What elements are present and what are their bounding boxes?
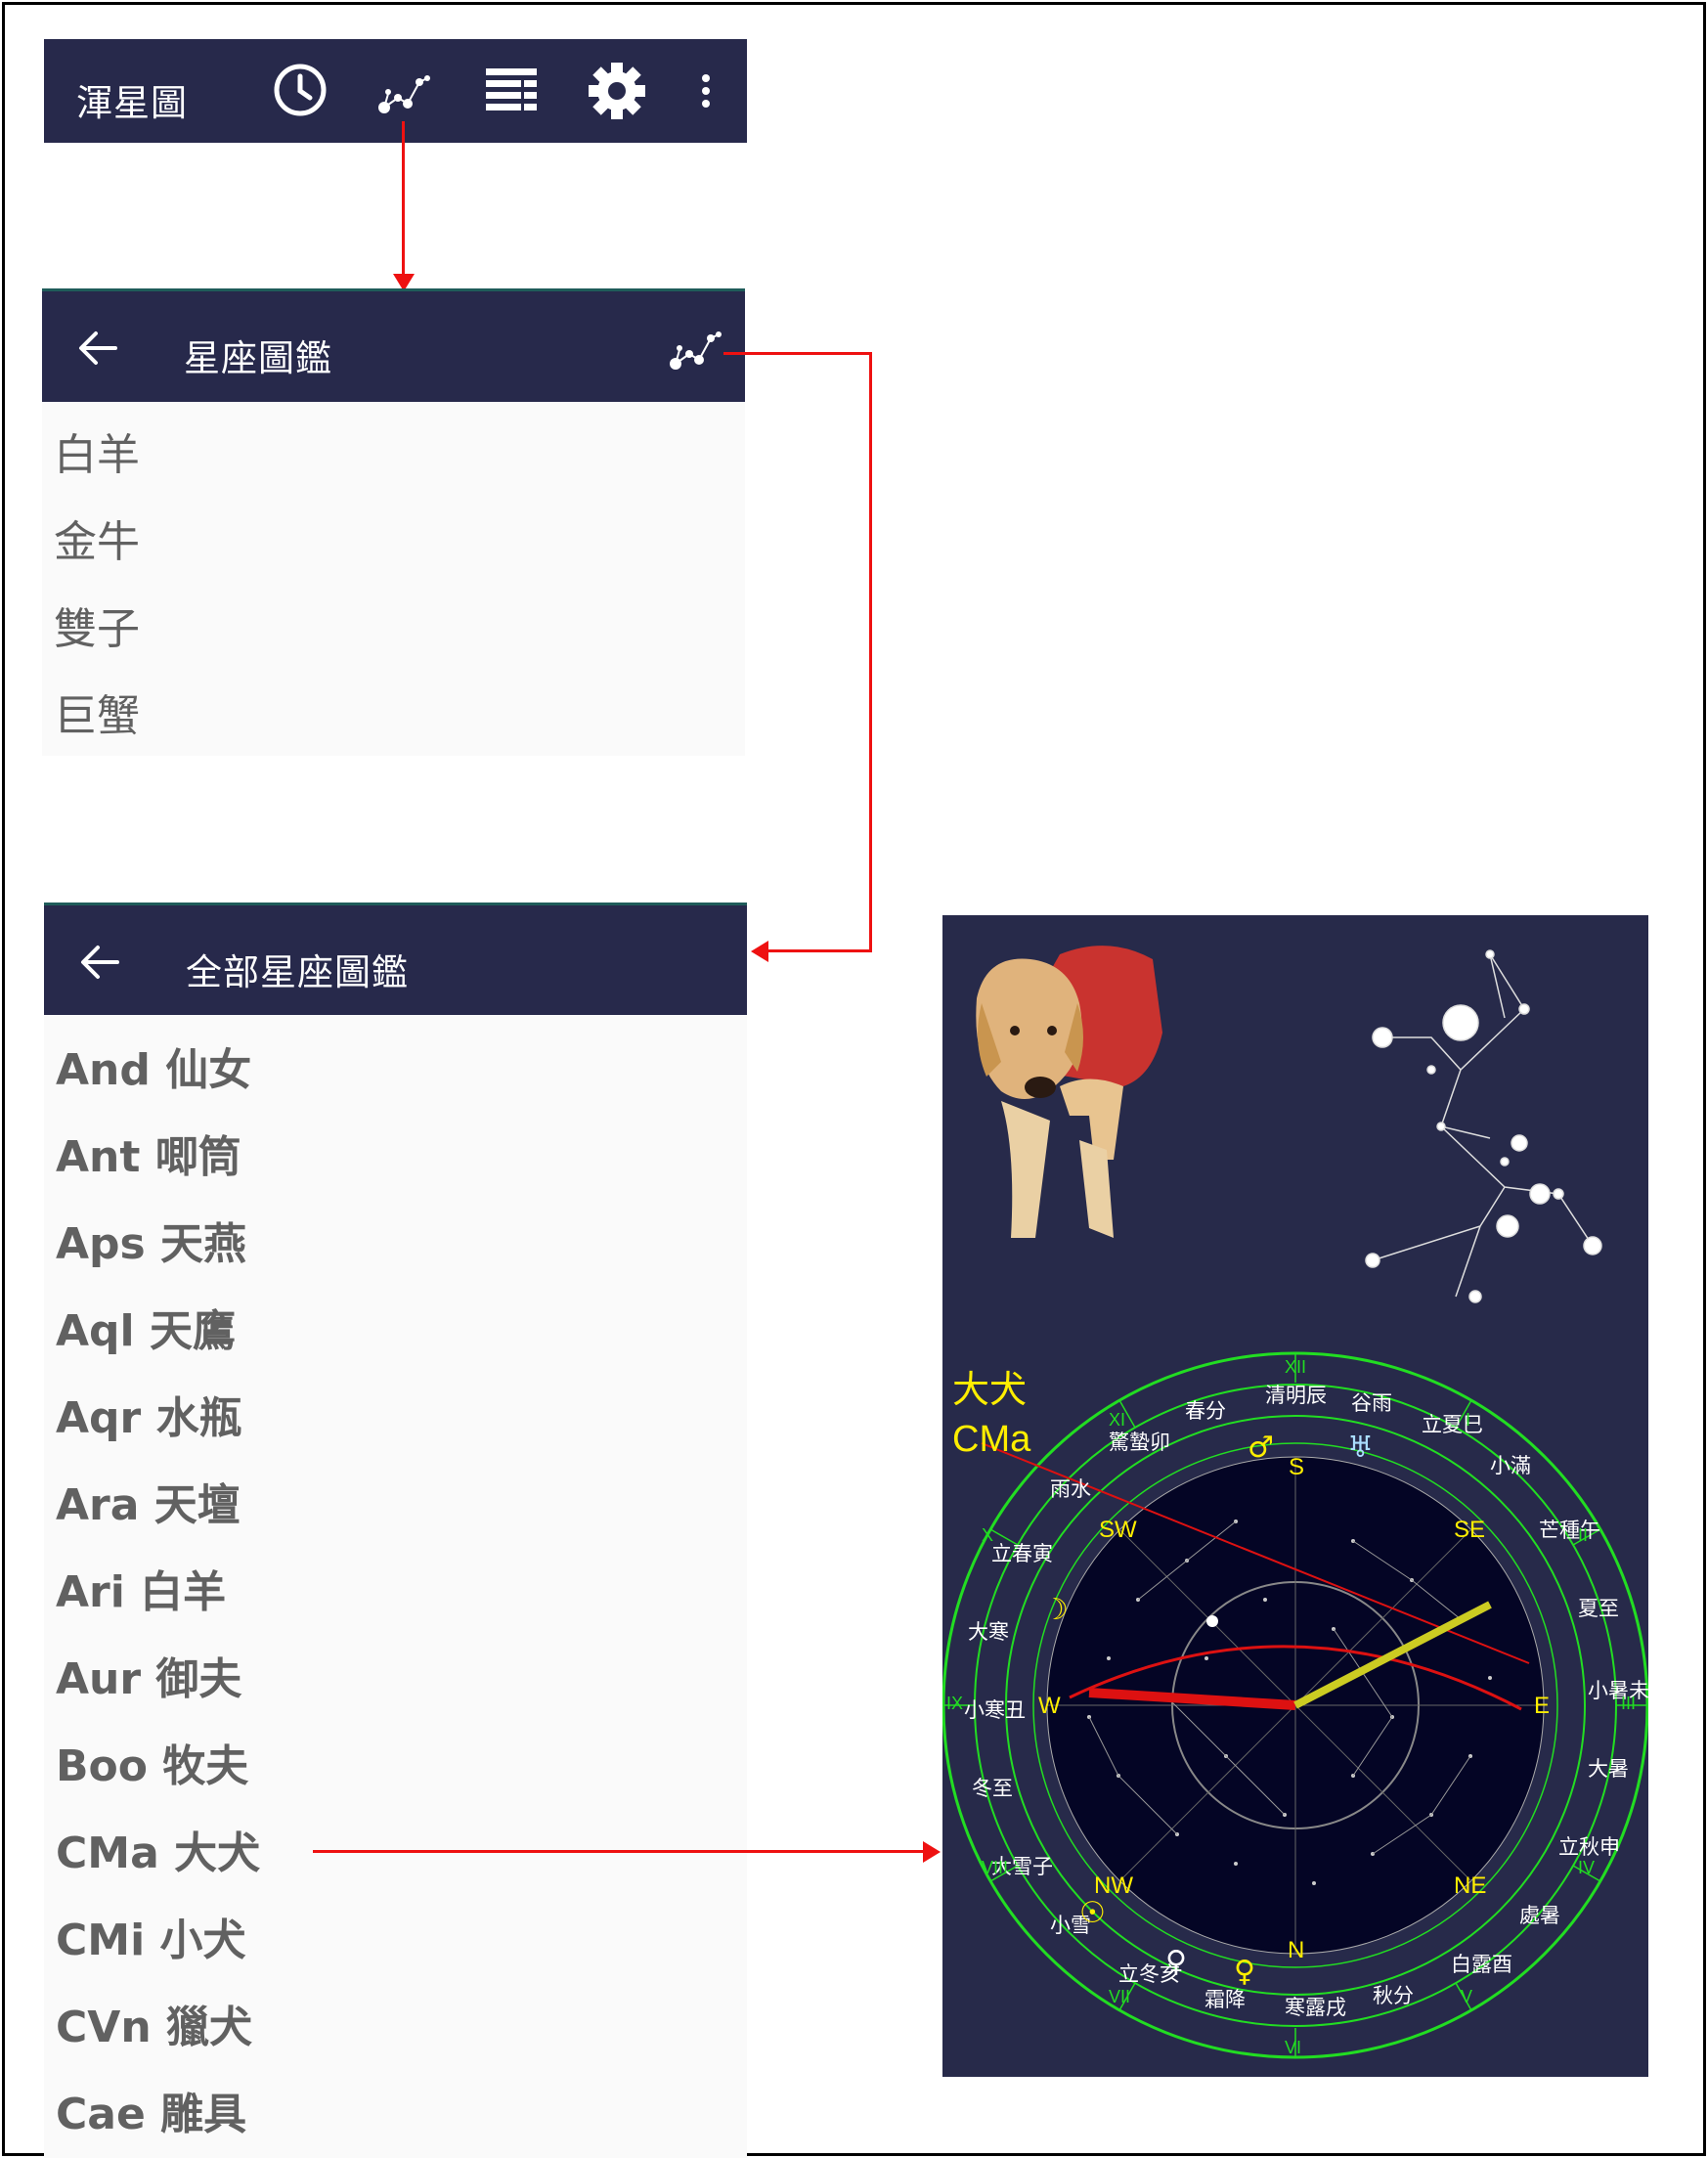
venus-icon: ♀	[1165, 1945, 1187, 1979]
list-item[interactable]: 白羊	[54, 419, 140, 482]
solar-term-label: 處暑	[1519, 1904, 1560, 1927]
solar-term-label: 秋分	[1373, 1984, 1414, 2007]
list-item[interactable]: CMa 大犬	[56, 1818, 260, 1880]
dog-photo	[976, 946, 1162, 1238]
hour-label: III	[1621, 1694, 1636, 1713]
constellation-icon[interactable]	[376, 68, 431, 117]
hour-label: IV	[1578, 1858, 1595, 1877]
arrow-left-head	[751, 941, 768, 962]
list-item[interactable]: And 仙女	[56, 1035, 251, 1097]
solar-term-label: 立夏巳	[1422, 1413, 1483, 1436]
all-constellations-list: And 仙女 Ant 唧筒 Aps 天燕 Aql 天鷹 Aqr 水瓶 Ara 天…	[44, 1015, 747, 2158]
compass-label: SE	[1454, 1517, 1485, 1543]
list-item[interactable]: Boo 牧夫	[56, 1731, 248, 1793]
hour-label: II	[1578, 1525, 1588, 1545]
arrow-to-chart-line	[313, 1850, 935, 1853]
all-constellations-app-bar: 全部星座圖鑑	[44, 903, 747, 1015]
more-vert-icon[interactable]	[699, 72, 713, 111]
solar-term-label: 驚蟄卯	[1109, 1431, 1170, 1454]
gear-icon[interactable]	[587, 61, 647, 121]
planisphere-svg: S SW SE W E NW NE N 春分 清明辰 谷雨 立夏巳 小滿 芒種午…	[942, 946, 1648, 2059]
list-item[interactable]: Ari 白羊	[56, 1557, 226, 1619]
venus-icon: ♀	[1234, 1955, 1255, 1989]
hour-label: V	[1461, 1987, 1472, 2006]
constellation-label-abbr: CMa	[952, 1419, 1031, 1460]
arrow-to-chart-head	[923, 1841, 941, 1863]
hour-label: IX	[946, 1694, 963, 1713]
constellation-figure	[1365, 949, 1602, 1303]
list-item[interactable]: Ant 唧筒	[56, 1122, 241, 1184]
solar-term-label: 立春寅	[991, 1542, 1053, 1565]
solar-term-label: 冬至	[972, 1777, 1013, 1800]
compass-label: N	[1288, 1937, 1304, 1963]
back-arrow-icon[interactable]	[78, 943, 121, 982]
list-item[interactable]: 雙子	[54, 594, 140, 656]
solar-term-label: 芒種午	[1539, 1519, 1600, 1542]
solar-term-label: 夏至	[1578, 1597, 1619, 1620]
list-item[interactable]: Aqr 水瓶	[56, 1383, 242, 1445]
arrow-down-line	[402, 121, 405, 278]
compass-label: NE	[1454, 1872, 1486, 1899]
solar-term-label: 大暑	[1588, 1757, 1629, 1781]
all-screen-title: 全部星座圖鑑	[186, 951, 409, 993]
compass-label: W	[1038, 1693, 1061, 1719]
solar-term-label: 大寒	[968, 1620, 1009, 1644]
uranus-icon: ♅	[1347, 1431, 1374, 1465]
clock-icon[interactable]	[271, 61, 329, 119]
solar-term-label: 小滿	[1490, 1454, 1531, 1477]
zodiac-list: 白羊 金牛 雙子 巨蟹	[42, 402, 745, 756]
hour-label: VIII	[982, 1858, 1008, 1877]
constellation-icon[interactable]	[668, 325, 723, 374]
solar-term-label: 谷雨	[1351, 1391, 1392, 1415]
list-item[interactable]: CMi 小犬	[56, 1905, 245, 1967]
solar-term-label: 春分	[1185, 1399, 1226, 1423]
zodiac-screen-title: 星座圖鑑	[184, 337, 332, 379]
solar-term-label: 清明辰	[1265, 1384, 1327, 1407]
zodiac-app-bar: 星座圖鑑	[42, 288, 745, 402]
list-item[interactable]: Cae 雕具	[56, 2079, 246, 2141]
hour-label: XI	[1109, 1410, 1125, 1430]
list-item[interactable]: Aur 御夫	[56, 1644, 241, 1706]
list-item[interactable]: Aps 天燕	[56, 1209, 246, 1271]
app-title: 渾星圖	[76, 82, 188, 124]
hour-label: XII	[1285, 1357, 1306, 1377]
solar-term-label: 小暑未	[1588, 1679, 1648, 1702]
hour-label: I	[1466, 1410, 1470, 1430]
compass-label: E	[1534, 1693, 1550, 1719]
back-arrow-icon[interactable]	[76, 329, 119, 368]
solar-term-label: 雨水	[1050, 1477, 1091, 1501]
planisphere-view[interactable]: S SW SE W E NW NE N 春分 清明辰 谷雨 立夏巳 小滿 芒種午…	[942, 915, 1648, 2077]
main-app-bar: 渾星圖	[44, 39, 747, 143]
mars-icon: ♂	[1248, 1431, 1274, 1465]
moon-icon: ☽	[1042, 1593, 1069, 1627]
arrow-right-line	[723, 352, 872, 355]
list-icon[interactable]	[484, 65, 539, 119]
hour-label: VI	[1285, 2038, 1301, 2057]
solar-term-label: 小寒丑	[964, 1698, 1026, 1722]
compass-label: NW	[1094, 1872, 1133, 1899]
compass-label: SW	[1099, 1517, 1137, 1543]
solar-term-label: 立秋申	[1558, 1835, 1620, 1859]
hour-label: X	[982, 1525, 993, 1545]
list-item[interactable]: CVn 獵犬	[56, 1992, 252, 2054]
arrow-left-line	[765, 949, 872, 952]
solar-term-label: 寒露戌	[1285, 1996, 1346, 2019]
list-item[interactable]: Aql 天鷹	[56, 1296, 236, 1358]
constellation-label-zh: 大犬	[952, 1368, 1027, 1411]
list-item[interactable]: 金牛	[54, 506, 140, 569]
list-item[interactable]: 巨蟹	[54, 681, 140, 743]
hour-label: VII	[1109, 1987, 1130, 2006]
arrow-vertical-line	[869, 352, 872, 952]
solar-term-label: 霜降	[1204, 1988, 1246, 2011]
solar-term-label: 白露酉	[1451, 1953, 1512, 1976]
sun-icon: ☉	[1079, 1896, 1106, 1930]
list-item[interactable]: Ara 天壇	[56, 1470, 241, 1532]
compass-label: S	[1289, 1454, 1304, 1480]
